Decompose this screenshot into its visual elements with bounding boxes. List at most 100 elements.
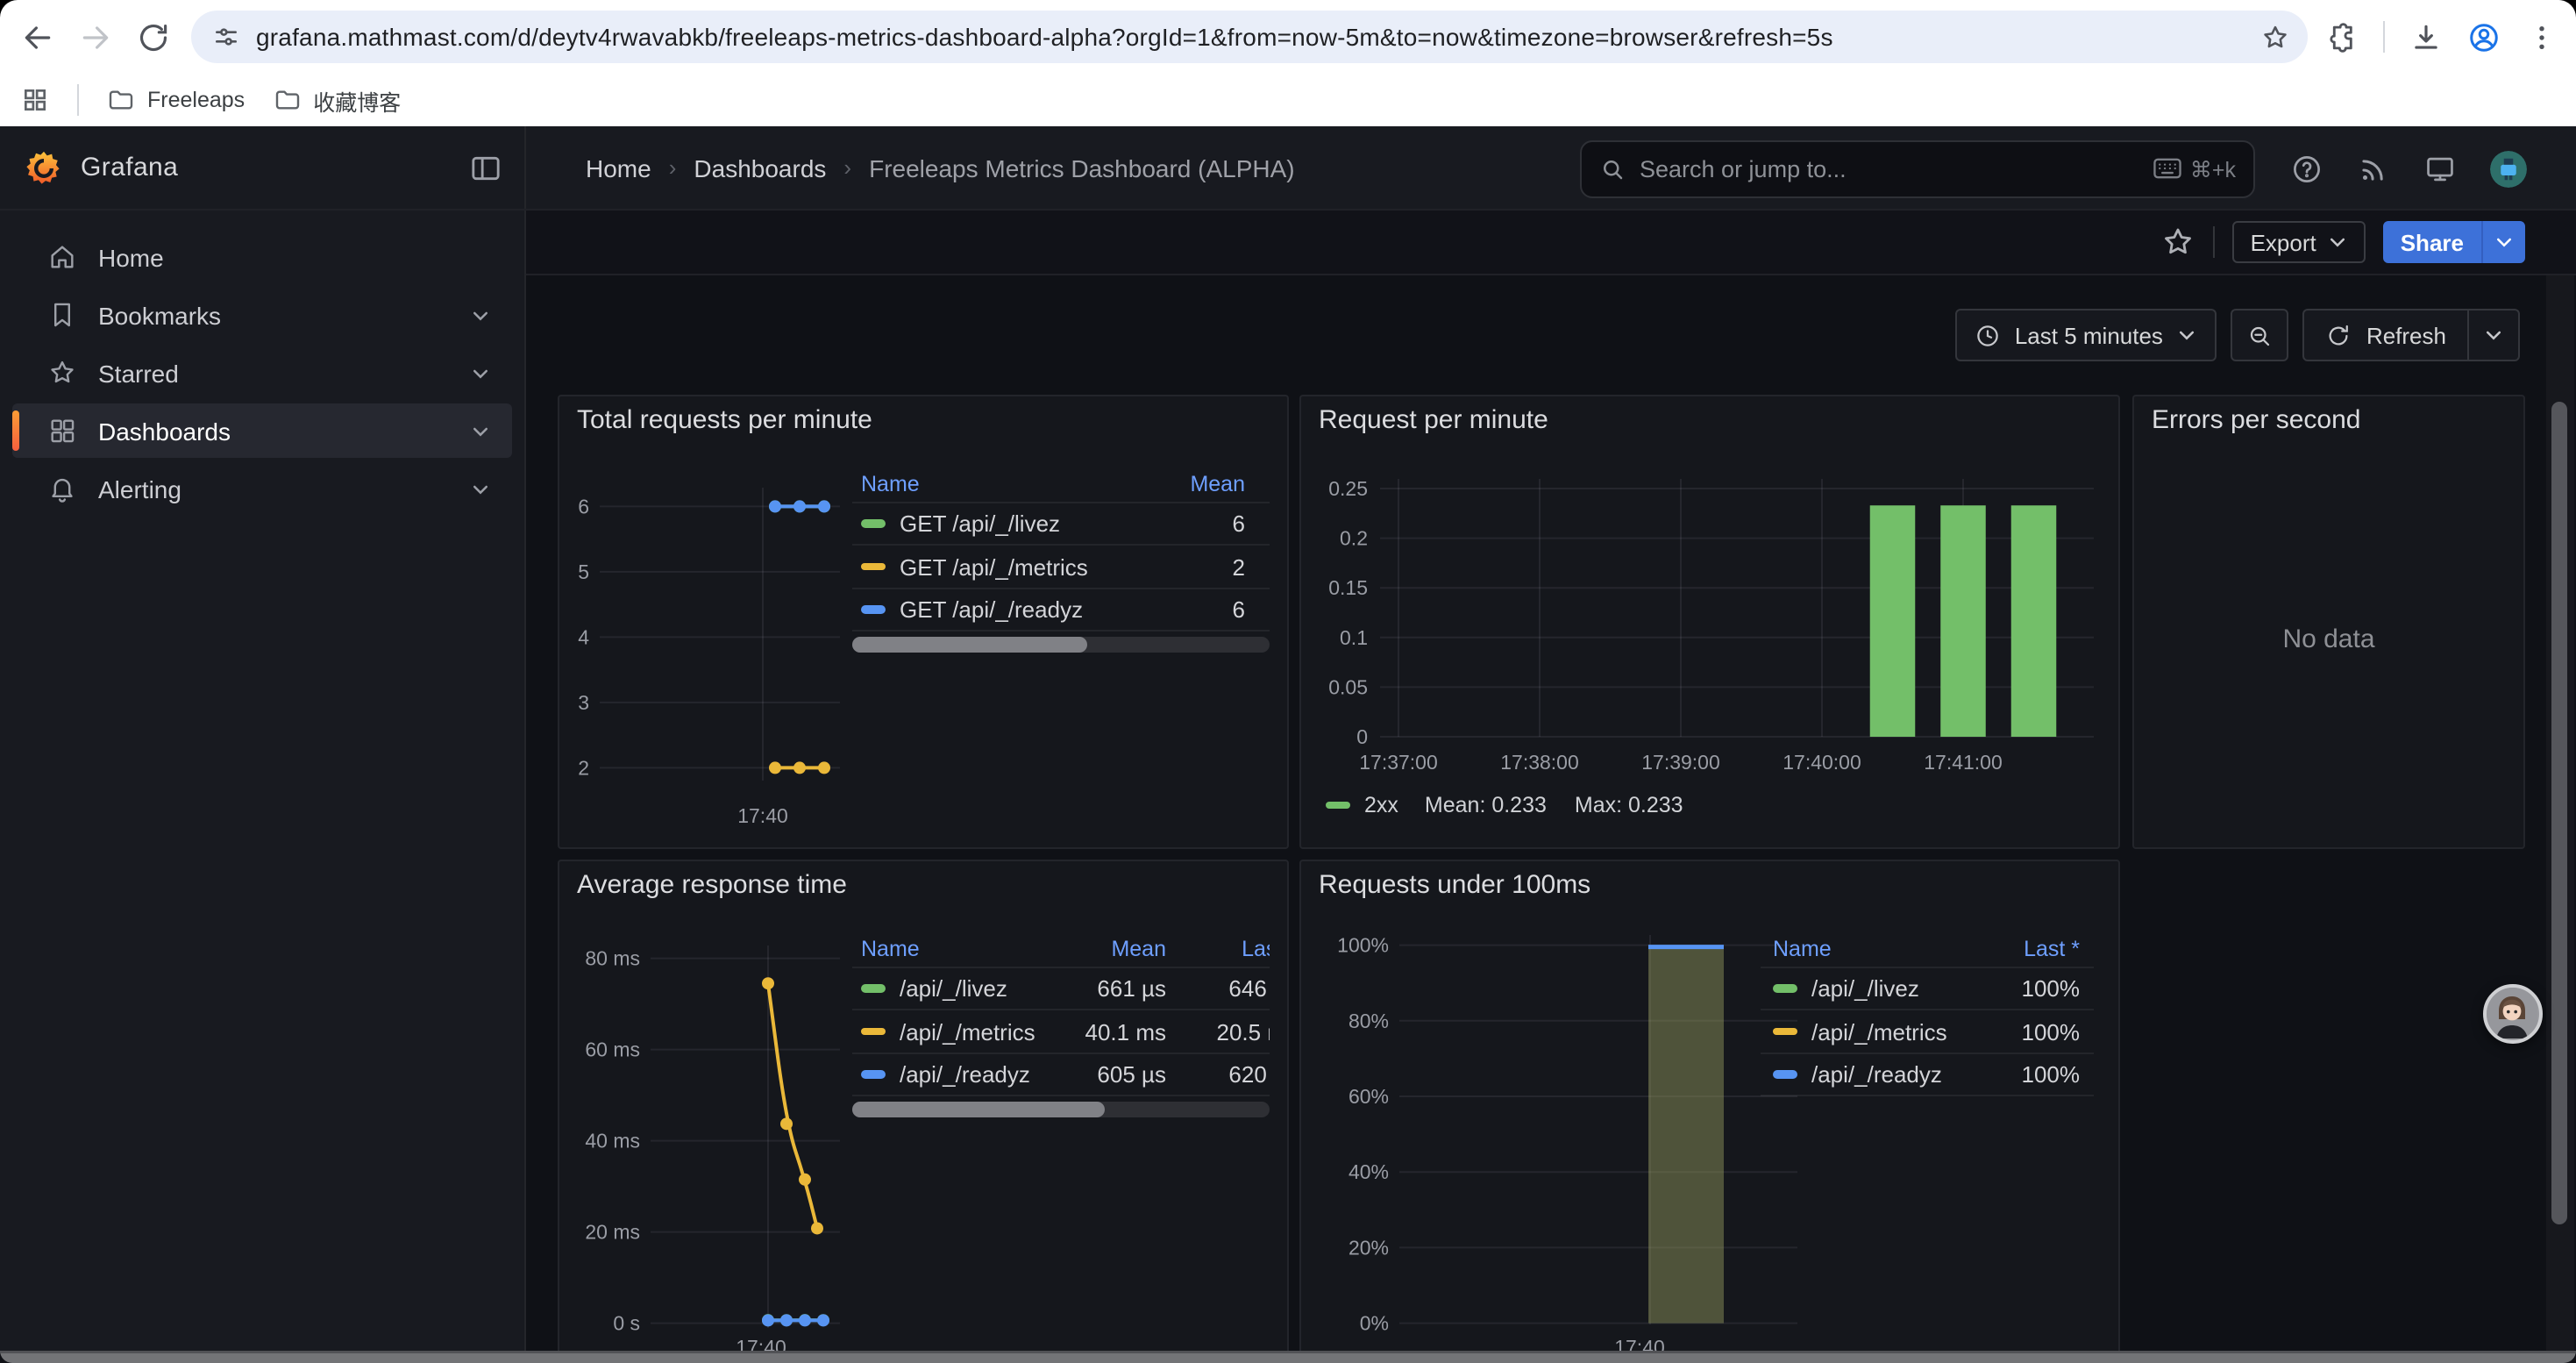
legend-scrollbar[interactable]	[852, 637, 1270, 653]
breadcrumb-home[interactable]: Home	[586, 153, 651, 182]
forward-icon[interactable]	[79, 20, 112, 54]
share-button[interactable]: Share	[2383, 221, 2525, 263]
svg-text:17:41:00: 17:41:00	[1924, 751, 2003, 774]
grafana-logo-icon[interactable]	[25, 148, 63, 187]
user-avatar[interactable]	[2490, 150, 2527, 187]
chevron-down-icon[interactable]	[470, 420, 491, 441]
legend-scrollbar[interactable]	[852, 1102, 1270, 1117]
sidebar-item-home[interactable]: Home	[12, 230, 512, 284]
panel-average-response-time[interactable]: Average response time 80 ms60 ms40 ms20 …	[558, 860, 1289, 1351]
help-icon[interactable]	[2290, 152, 2323, 185]
no-data-message: No data	[2134, 624, 2523, 654]
legend-header-last[interactable]: Last *	[1971, 937, 2094, 961]
browser-menu-icon[interactable]	[2525, 20, 2558, 54]
news-rss-icon[interactable]	[2357, 152, 2390, 185]
floating-assistant-avatar[interactable]	[2483, 984, 2543, 1044]
profile-icon[interactable]	[2467, 20, 2501, 54]
legend-row[interactable]: GET /api/_/readyz 6	[852, 589, 1270, 632]
panel-errors-per-second[interactable]: Errors per second No data	[2132, 395, 2525, 849]
svg-text:0.25: 0.25	[1328, 477, 1368, 500]
svg-text:80%: 80%	[1348, 1010, 1389, 1032]
legend-row[interactable]: /api/_/livez 100%	[1761, 968, 2094, 1011]
refresh-button[interactable]: Refresh	[2305, 310, 2467, 360]
bar-chart: 0.250.20.150.10.05017:37:0017:38:0017:39…	[1301, 396, 2120, 849]
bookmark-folder-blogs[interactable]: 收藏博客	[273, 83, 401, 117]
page-scrollbar-thumb[interactable]	[2551, 402, 2567, 1224]
bookmark-star-icon[interactable]	[2260, 22, 2290, 52]
legend-header-name[interactable]: Name	[852, 937, 1043, 961]
dashboard-canvas: Last 5 minutes Refresh	[526, 275, 2576, 1351]
legend-header-name[interactable]: Name	[852, 472, 1140, 496]
legend-row[interactable]: GET /api/_/livez 6	[852, 503, 1270, 546]
chevron-down-icon[interactable]	[470, 362, 491, 383]
panel-request-per-minute[interactable]: Request per minute 0.250.20.150.10.05017…	[1299, 395, 2120, 849]
sidebar-toggle-icon[interactable]	[468, 150, 503, 185]
refresh-interval-button[interactable]	[2467, 310, 2518, 360]
share-menu-button[interactable]	[2481, 221, 2525, 263]
panel-legend[interactable]: 2xx Mean: 0.233 Max: 0.233	[1326, 793, 1683, 817]
legend-header-row: Name Last *	[1761, 931, 2094, 968]
site-settings-icon[interactable]	[212, 23, 240, 51]
breadcrumb: Home › Dashboards › Freeleaps Metrics Da…	[526, 153, 1295, 182]
legend-row[interactable]: /api/_/readyz 100%	[1761, 1054, 2094, 1097]
svg-text:0: 0	[1356, 725, 1368, 748]
page-scrollbar-track[interactable]	[2546, 254, 2574, 1351]
legend-row[interactable]: GET /api/_/metrics 2	[852, 546, 1270, 589]
legend-header-row: Name Mean	[852, 467, 1270, 503]
legend-row[interactable]: /api/_/metrics 100%	[1761, 1011, 2094, 1054]
legend-max: Max: 0.233	[1575, 793, 1683, 817]
sidebar-item-bookmarks[interactable]: Bookmarks	[12, 288, 512, 342]
extensions-icon[interactable]	[2325, 20, 2359, 54]
time-range-picker[interactable]: Last 5 minutes	[1955, 309, 2217, 361]
dashboards-grid-icon	[47, 416, 77, 446]
svg-text:5: 5	[578, 560, 589, 583]
legend-scroll-thumb[interactable]	[852, 637, 1087, 653]
legend-header-mean[interactable]: Mean	[1043, 937, 1166, 961]
svg-text:0.15: 0.15	[1328, 576, 1368, 599]
svg-text:0%: 0%	[1360, 1312, 1389, 1335]
kiosk-monitor-icon[interactable]	[2423, 152, 2457, 185]
svg-text:0 s: 0 s	[613, 1312, 640, 1335]
favorite-star-icon[interactable]	[2161, 225, 2196, 260]
legend-row[interactable]: /api/_/metrics 40.1 ms 20.5 ms	[852, 1011, 1270, 1054]
sidebar-item-starred[interactable]: Starred	[12, 346, 512, 400]
bookmark-icon	[47, 300, 77, 330]
sidebar-item-label: Bookmarks	[98, 301, 221, 329]
time-range-label: Last 5 minutes	[2015, 322, 2163, 348]
browser-toolbar: grafana.mathmast.com/d/deytv4rwavabkb/fr…	[0, 0, 2576, 74]
panel-requests-under-100ms[interactable]: Requests under 100ms 100%80%60%40%20%0%1…	[1299, 860, 2120, 1351]
legend-header-name[interactable]: Name	[1761, 937, 1971, 961]
chevron-down-icon[interactable]	[470, 478, 491, 499]
url-bar[interactable]: grafana.mathmast.com/d/deytv4rwavabkb/fr…	[191, 11, 2308, 63]
folder-icon	[107, 86, 135, 114]
legend-scroll-thumb[interactable]	[852, 1102, 1105, 1117]
legend-row[interactable]: /api/_/livez 661 µs 646 µs	[852, 968, 1270, 1011]
svg-text:80 ms: 80 ms	[585, 947, 640, 970]
url-text[interactable]: grafana.mathmast.com/d/deytv4rwavabkb/fr…	[256, 23, 2260, 51]
sidebar-item-alerting[interactable]: Alerting	[12, 461, 512, 516]
search-input[interactable]: Search or jump to... ⌘+k	[1580, 139, 2255, 197]
legend-header-last[interactable]: Last *	[1166, 937, 1270, 961]
horizontal-scrollbar[interactable]	[0, 1351, 2576, 1363]
panel-total-requests[interactable]: Total requests per minute 6543217:40 Nam…	[558, 395, 1289, 849]
chevron-down-icon[interactable]	[470, 304, 491, 325]
sidebar-item-dashboards[interactable]: Dashboards	[12, 403, 512, 458]
zoom-out-button[interactable]	[2231, 309, 2289, 361]
sidebar-item-label: Starred	[98, 359, 179, 387]
folder-icon	[273, 86, 301, 114]
share-label: Share	[2383, 221, 2481, 263]
breadcrumb-dashboards[interactable]: Dashboards	[694, 153, 826, 182]
reload-icon[interactable]	[137, 20, 170, 54]
legend-header-row: Name Mean Last *	[852, 931, 1270, 968]
legend-row[interactable]: /api/_/readyz 605 µs 620 µs	[852, 1054, 1270, 1097]
export-button[interactable]: Export	[2233, 221, 2366, 263]
legend-header-mean[interactable]: Mean	[1140, 472, 1270, 496]
chevron-down-icon	[2177, 325, 2198, 346]
panel-title[interactable]: Errors per second	[2152, 405, 2360, 435]
apps-grid-icon[interactable]	[21, 86, 49, 114]
screen: grafana.mathmast.com/d/deytv4rwavabkb/fr…	[0, 0, 2576, 1363]
back-icon[interactable]	[21, 20, 54, 54]
svg-text:17:37:00: 17:37:00	[1359, 751, 1438, 774]
bookmark-folder-freeleaps[interactable]: Freeleaps	[107, 86, 245, 114]
download-icon[interactable]	[2409, 20, 2443, 54]
